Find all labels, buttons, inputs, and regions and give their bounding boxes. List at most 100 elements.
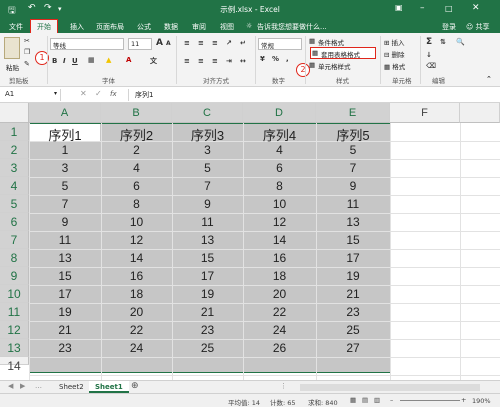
table-cell[interactable]: 17 xyxy=(316,251,390,269)
select-all-button[interactable] xyxy=(0,103,29,123)
format-cells-button[interactable]: ▦ 格式 xyxy=(384,61,405,71)
formula-input[interactable]: 序列1 xyxy=(128,89,500,101)
table-cell[interactable]: 21 xyxy=(316,287,390,305)
next-sheet-icon[interactable]: ▶ xyxy=(20,382,25,390)
row-header-1[interactable]: 1 xyxy=(0,123,29,141)
table-cell[interactable]: 9 xyxy=(316,179,390,197)
table-cell[interactable]: 5 xyxy=(316,143,390,161)
cut-icon[interactable]: ✂ xyxy=(24,37,30,45)
table-cell[interactable]: 4 xyxy=(101,161,172,179)
table-cell[interactable]: 11 xyxy=(29,233,101,251)
find-select-icon[interactable]: 🔍 xyxy=(456,38,465,46)
zoom-slider[interactable] xyxy=(400,400,460,401)
tab-home[interactable]: 开始 xyxy=(30,19,58,34)
cell-styles-button[interactable]: 单元格样式 xyxy=(318,61,351,71)
align-right-icon[interactable]: ≡ xyxy=(212,57,218,65)
row-header-10[interactable]: 10 xyxy=(0,285,29,303)
minimize-icon[interactable]: – xyxy=(420,3,425,13)
column-header-a[interactable]: A xyxy=(29,103,101,123)
table-cell[interactable]: 12 xyxy=(101,233,172,251)
more-options-icon[interactable]: ⋮ xyxy=(280,382,287,390)
increase-font-icon[interactable]: A xyxy=(156,38,163,48)
table-header-cell[interactable]: 序列1 xyxy=(29,125,101,143)
underline-icon[interactable]: U xyxy=(72,57,78,65)
table-cell[interactable]: 3 xyxy=(29,161,101,179)
table-cell[interactable]: 16 xyxy=(243,251,316,269)
fill-color-icon[interactable]: ▲ xyxy=(106,56,111,64)
collapse-ribbon-icon[interactable]: ⌃ xyxy=(486,75,492,83)
align-center-icon[interactable]: ≡ xyxy=(198,57,204,65)
normal-view-icon[interactable]: ▦ xyxy=(350,396,356,404)
zoom-in-icon[interactable]: + xyxy=(461,396,466,404)
tab-review[interactable]: 审阅 xyxy=(192,22,206,32)
enter-icon[interactable]: ✓ xyxy=(95,89,102,98)
table-cell[interactable]: 21 xyxy=(29,323,101,341)
align-middle-icon[interactable]: ≡ xyxy=(198,39,204,47)
table-cell[interactable]: 25 xyxy=(316,323,390,341)
table-cell[interactable]: 15 xyxy=(316,233,390,251)
table-cell[interactable]: 1 xyxy=(29,143,101,161)
table-cell[interactable]: 18 xyxy=(101,287,172,305)
table-cell[interactable]: 24 xyxy=(243,323,316,341)
borders-icon[interactable]: ▦ xyxy=(88,56,95,64)
indent-icon[interactable]: ⇥ xyxy=(226,57,232,65)
table-cell[interactable]: 20 xyxy=(101,305,172,323)
font-size-select[interactable]: 11 xyxy=(128,38,152,50)
italic-icon[interactable]: I xyxy=(63,57,66,65)
font-color-icon[interactable]: A xyxy=(126,56,131,64)
table-header-cell[interactable]: 序列5 xyxy=(316,125,390,143)
insert-function-button[interactable]: fx xyxy=(110,90,117,98)
table-cell[interactable]: 20 xyxy=(243,287,316,305)
paste-icon[interactable] xyxy=(4,37,20,59)
table-cell[interactable]: 7 xyxy=(316,161,390,179)
table-cell[interactable]: 23 xyxy=(29,341,101,359)
table-cell[interactable]: 11 xyxy=(316,197,390,215)
table-cell[interactable]: 27 xyxy=(316,341,390,359)
table-cell[interactable]: 7 xyxy=(29,197,101,215)
row-header-9[interactable]: 9 xyxy=(0,267,29,285)
insert-cells-button[interactable]: ⊞ 插入 xyxy=(384,37,405,47)
percent-style-button[interactable]: % xyxy=(272,55,279,63)
table-cell[interactable]: 7 xyxy=(172,179,243,197)
column-header-e[interactable]: E xyxy=(316,103,390,123)
column-header-blank[interactable] xyxy=(460,103,500,123)
column-header-c[interactable]: C xyxy=(172,103,243,123)
table-cell[interactable]: 22 xyxy=(243,305,316,323)
decrease-font-icon[interactable]: A xyxy=(166,40,171,47)
table-cell[interactable]: 13 xyxy=(172,233,243,251)
accounting-format-icon[interactable]: ¥ xyxy=(260,55,265,63)
tab-insert[interactable]: 插入 xyxy=(70,22,84,32)
maximize-icon[interactable]: □ xyxy=(445,4,453,13)
table-cell[interactable]: 6 xyxy=(101,179,172,197)
table-cell[interactable]: 23 xyxy=(316,305,390,323)
table-cell[interactable]: 10 xyxy=(101,215,172,233)
tab-file[interactable]: 文件 xyxy=(9,22,23,32)
table-cell[interactable]: 15 xyxy=(172,251,243,269)
font-name-select[interactable]: 等线 xyxy=(50,38,124,50)
fill-icon[interactable]: ↓ xyxy=(426,51,432,59)
table-cell[interactable]: 15 xyxy=(29,269,101,287)
tab-formulas[interactable]: 公式 xyxy=(137,22,151,32)
table-cell[interactable]: 17 xyxy=(172,269,243,287)
row-header-3[interactable]: 3 xyxy=(0,159,29,177)
name-box-dropdown-icon[interactable]: ▾ xyxy=(54,90,57,97)
table-cell[interactable]: 21 xyxy=(172,305,243,323)
clear-icon[interactable]: ⌫ xyxy=(426,62,436,70)
delete-cells-button[interactable]: ⊟ 删除 xyxy=(384,49,405,59)
table-cell[interactable]: 24 xyxy=(101,341,172,359)
table-cell[interactable]: 6 xyxy=(243,161,316,179)
table-cell[interactable]: 19 xyxy=(29,305,101,323)
table-cell[interactable]: 13 xyxy=(316,215,390,233)
worksheet-grid[interactable]: ABCDEF 1 2 3 4 5 6 7 8 9 10 11 12 13 14 序列1 序列2 序列3 序列4 序… xyxy=(0,103,500,380)
share-button[interactable]: ☺ 共享 xyxy=(466,22,490,32)
row-header-2[interactable]: 2 xyxy=(0,141,29,159)
zoom-out-icon[interactable]: – xyxy=(390,396,393,404)
sheet-tab-sheet2[interactable]: Sheet2 xyxy=(53,381,90,393)
more-sheets-icon[interactable]: … xyxy=(35,382,42,390)
table-cell[interactable]: 18 xyxy=(243,269,316,287)
align-top-icon[interactable]: ≡ xyxy=(184,39,190,47)
sort-filter-icon[interactable]: ⇅ xyxy=(440,38,446,46)
table-cell[interactable]: 9 xyxy=(29,215,101,233)
table-header-cell[interactable]: 序列4 xyxy=(243,125,316,143)
name-box[interactable]: A1 xyxy=(3,89,61,101)
